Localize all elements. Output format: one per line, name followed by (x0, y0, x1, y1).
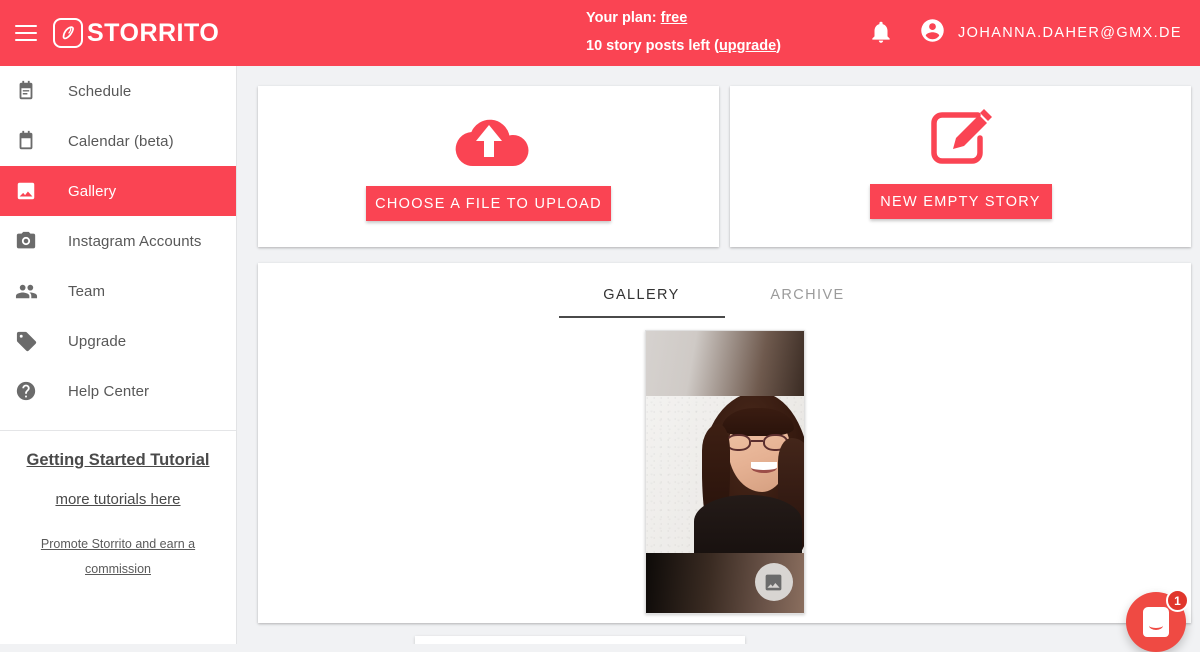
sidebar-item-label: Gallery (68, 183, 116, 200)
tab-archive[interactable]: ARCHIVE (725, 279, 891, 318)
sidebar-links: Getting Started Tutorial more tutorials … (0, 431, 236, 582)
people-icon (14, 279, 38, 303)
sidebar-item-schedule[interactable]: Schedule (0, 66, 236, 116)
thumbnail-photo (646, 396, 804, 555)
photo-glasses (726, 434, 788, 451)
upload-card: CHOOSE A FILE TO UPLOAD (258, 86, 719, 247)
tab-gallery[interactable]: GALLERY (559, 279, 725, 318)
new-story-card: NEW EMPTY STORY (730, 86, 1191, 247)
photo-bangs (722, 408, 794, 436)
plan-info: Your plan: free 10 story posts left (upg… (586, 4, 781, 60)
photo-library-icon (14, 179, 38, 203)
account-menu[interactable]: JOHANNA.DAHER@GMX.DE (919, 0, 1182, 66)
sidebar-item-label: Schedule (68, 83, 131, 100)
plan-value-link[interactable]: free (661, 10, 688, 26)
hamburger-bar (15, 32, 37, 34)
intercom-chat-icon[interactable]: 1 (1126, 592, 1186, 652)
sidebar-item-label: Instagram Accounts (68, 233, 202, 250)
schedule-calendar-icon (14, 79, 38, 103)
help-circle-icon (14, 379, 38, 403)
next-section-card (415, 636, 745, 644)
choose-file-to-upload-button[interactable]: CHOOSE A FILE TO UPLOAD (366, 186, 611, 221)
sidebar-item-instagram-accounts[interactable]: Instagram Accounts (0, 216, 236, 266)
sidebar-item-gallery[interactable]: Gallery (0, 166, 236, 216)
sidebar-item-help-center[interactable]: Help Center (0, 366, 236, 416)
upgrade-link[interactable]: upgrade (719, 38, 776, 54)
image-icon[interactable] (755, 563, 793, 601)
chat-unread-badge: 1 (1166, 589, 1189, 612)
account-email: JOHANNA.DAHER@GMX.DE (958, 25, 1182, 41)
getting-started-tutorial-link[interactable]: Getting Started Tutorial (0, 451, 236, 470)
photo-smile (751, 462, 777, 473)
main-content: CHOOSE A FILE TO UPLOAD NEW EMPTY STORY … (237, 66, 1200, 644)
chat-face-glyph (1143, 607, 1169, 637)
posts-left-line: 10 story posts left (upgrade) (586, 32, 781, 60)
sidebar-item-team[interactable]: Team (0, 266, 236, 316)
new-empty-story-button[interactable]: NEW EMPTY STORY (870, 184, 1052, 219)
sidebar-item-label: Upgrade (68, 333, 126, 350)
promote-storrito-link[interactable]: Promote Storrito and earn a commission (0, 532, 236, 582)
hamburger-bar (15, 25, 37, 27)
sidebar: Schedule Calendar (beta) Gallery Instagr… (0, 66, 237, 644)
plan-label: Your plan: (586, 10, 661, 26)
camera-icon (14, 229, 38, 253)
account-circle-icon (919, 17, 946, 49)
posts-left-suffix: ) (776, 38, 781, 54)
sidebar-item-calendar[interactable]: Calendar (beta) (0, 116, 236, 166)
hamburger-bar (15, 39, 37, 41)
sidebar-item-upgrade[interactable]: Upgrade (0, 316, 236, 366)
sidebar-item-label: Help Center (68, 383, 149, 400)
brand-text: STORRITO (87, 21, 219, 46)
gallery-thumbnail-grid (258, 330, 1191, 614)
storrito-logo-icon (53, 18, 83, 48)
bell-icon[interactable] (868, 18, 896, 48)
brand-logo[interactable]: STORRITO (53, 18, 219, 48)
plan-line: Your plan: free (586, 4, 781, 32)
gallery-tabs: GALLERY ARCHIVE (258, 263, 1191, 318)
story-thumbnail[interactable] (645, 330, 805, 614)
photo-glasses-bridge (751, 440, 763, 442)
action-cards-row: CHOOSE A FILE TO UPLOAD NEW EMPTY STORY (258, 86, 1191, 247)
edit-square-icon (925, 103, 997, 175)
app-header: STORRITO Your plan: free 10 story posts … (0, 0, 1200, 66)
sidebar-item-label: Calendar (beta) (68, 133, 174, 150)
tag-icon (14, 329, 38, 353)
cloud-upload-icon (443, 103, 535, 175)
photo-torso (694, 495, 802, 555)
thumbnail-top-letterbox (646, 331, 804, 396)
gallery-panel: GALLERY ARCHIVE (258, 263, 1191, 623)
sidebar-item-label: Team (68, 283, 105, 300)
calendar-icon (14, 129, 38, 153)
hamburger-icon[interactable] (15, 25, 37, 41)
more-tutorials-link[interactable]: more tutorials here (0, 491, 236, 508)
posts-left-label: 10 story posts left ( (586, 38, 719, 54)
